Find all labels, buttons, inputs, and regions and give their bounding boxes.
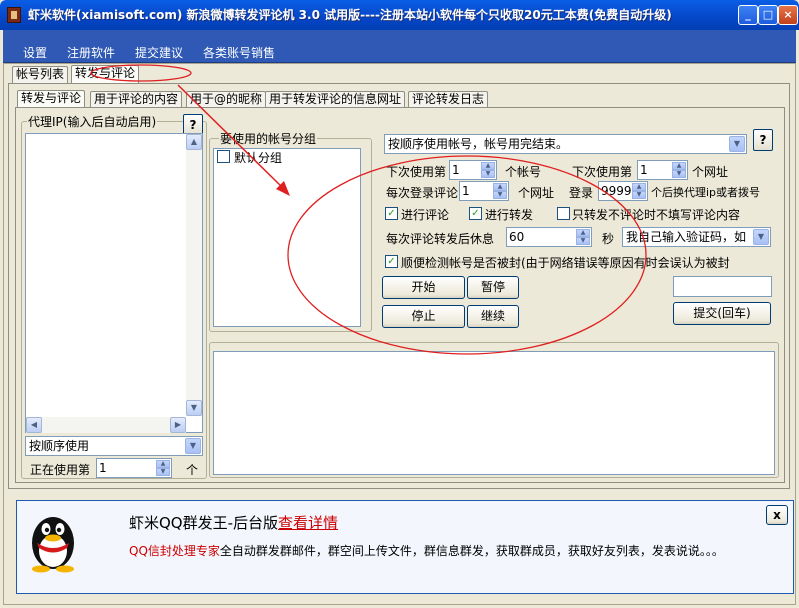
annotation-settings-ellipse	[287, 155, 647, 355]
ad-close-button[interactable]: x	[766, 505, 788, 525]
ad-description: QQ信封处理专家全自动群发群邮件，群空间上传文件，群信息群发，获取群成员，获取好…	[129, 542, 724, 559]
ad-highlight: QQ信封处理专家	[129, 544, 220, 558]
annotation-tab-ellipse	[90, 64, 192, 82]
ad-title: 虾米QQ群发王-后台版	[129, 514, 279, 532]
annotation-arrow-line	[177, 84, 284, 189]
ad-details-link[interactable]: 查看详情	[278, 514, 338, 532]
ad-headline: 虾米QQ群发王-后台版查看详情	[129, 512, 338, 533]
qq-penguin-icon[interactable]	[25, 507, 81, 573]
ad-desc: 全自动群发群邮件，群空间上传文件，群信息群发，获取群成员，获取好友列表，发表说说…	[219, 544, 724, 558]
